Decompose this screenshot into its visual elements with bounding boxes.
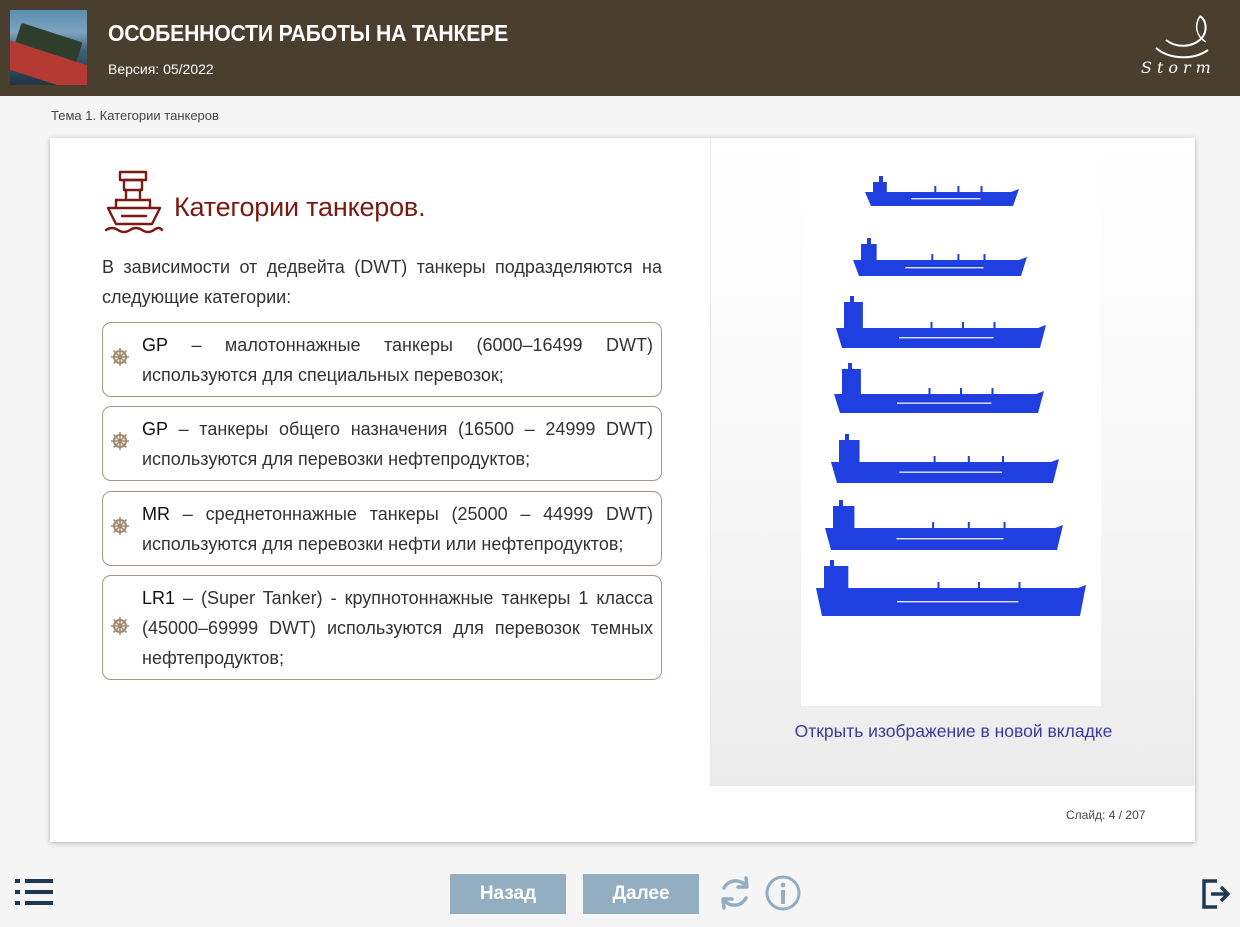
course-version: Версия: 05/2022 xyxy=(108,61,214,77)
tanker-silhouette-2 xyxy=(853,238,1027,276)
category-description: – среднетоннажные танкеры (25000 – 44999… xyxy=(142,504,653,554)
category-text: MR – среднетоннажные танкеры (25000 – 44… xyxy=(142,499,653,559)
category-card: LR1 – (Super Tanker) - крупнотоннажные т… xyxy=(102,575,662,680)
ship-wheel-icon xyxy=(111,617,129,635)
category-code: GP xyxy=(142,419,169,439)
tanker-silhouette-1 xyxy=(865,176,1019,206)
tanker-silhouette-5 xyxy=(831,434,1059,483)
category-text: GP – танкеры общего назначения (16500 – … xyxy=(142,414,653,474)
slide-heading: Категории танкеров. xyxy=(174,192,426,222)
list-menu-icon[interactable] xyxy=(15,878,53,906)
slide-content: Категории танкеров. В зависимости от дед… xyxy=(50,138,1195,842)
tanker-silhouettes xyxy=(816,176,1086,616)
slide-counter: Слайд: 4 / 207 xyxy=(1066,808,1146,822)
category-card: GP – малотоннажные танкеры (6000–16499 D… xyxy=(102,322,662,397)
breadcrumb: Тема 1. Категории танкеров xyxy=(51,108,219,123)
tanker-silhouette-6 xyxy=(825,500,1063,550)
course-thumbnail xyxy=(10,10,87,85)
reload-icon[interactable] xyxy=(716,874,754,912)
tanker-silhouette-4 xyxy=(834,363,1044,413)
category-description: – (Super Tanker) - крупнотоннажные танке… xyxy=(142,588,653,668)
ship-wheel-icon xyxy=(111,517,129,535)
tanker-ship-icon xyxy=(104,170,164,234)
next-button[interactable]: Далее xyxy=(583,874,699,914)
ship-wheel-icon xyxy=(111,432,129,450)
app-header: ОСОБЕННОСТИ РАБОТЫ НА ТАНКЕРЕ Версия: 05… xyxy=(0,0,1240,96)
category-description: – малотоннажные танкеры (6000–16499 DWT)… xyxy=(142,335,653,385)
category-description: – танкеры общего назначения (16500 – 249… xyxy=(142,419,653,469)
exit-icon[interactable] xyxy=(1201,878,1231,910)
back-button[interactable]: Назад xyxy=(450,874,566,914)
category-code: LR1 xyxy=(142,588,176,608)
tanker-sizes-image[interactable] xyxy=(801,138,1101,706)
tanker-silhouette-3 xyxy=(836,296,1046,348)
slide-text-column: Категории танкеров. В зависимости от дед… xyxy=(50,138,710,842)
category-card: GP – танкеры общего назначения (16500 – … xyxy=(102,406,662,481)
intro-paragraph: В зависимости от дедвейта (DWT) танкеры … xyxy=(102,257,662,307)
ship-wheel-icon xyxy=(111,348,129,366)
storm-logo-text: Storm xyxy=(1141,58,1216,77)
category-text: GP – малотоннажные танкеры (6000–16499 D… xyxy=(142,330,653,390)
info-icon[interactable] xyxy=(764,874,802,912)
category-text: LR1 – (Super Tanker) - крупнотоннажные т… xyxy=(142,583,653,673)
category-code: GP xyxy=(142,335,169,355)
open-image-link[interactable]: Открыть изображение в новой вкладке xyxy=(711,721,1196,742)
slide-image-column: Открыть изображение в новой вкладке xyxy=(710,138,1195,786)
course-title: ОСОБЕННОСТИ РАБОТЫ НА ТАНКЕРЕ xyxy=(108,20,509,46)
category-card: MR – среднетоннажные танкеры (25000 – 44… xyxy=(102,491,662,566)
tanker-silhouette-7 xyxy=(816,560,1086,616)
category-code: MR xyxy=(142,504,170,524)
